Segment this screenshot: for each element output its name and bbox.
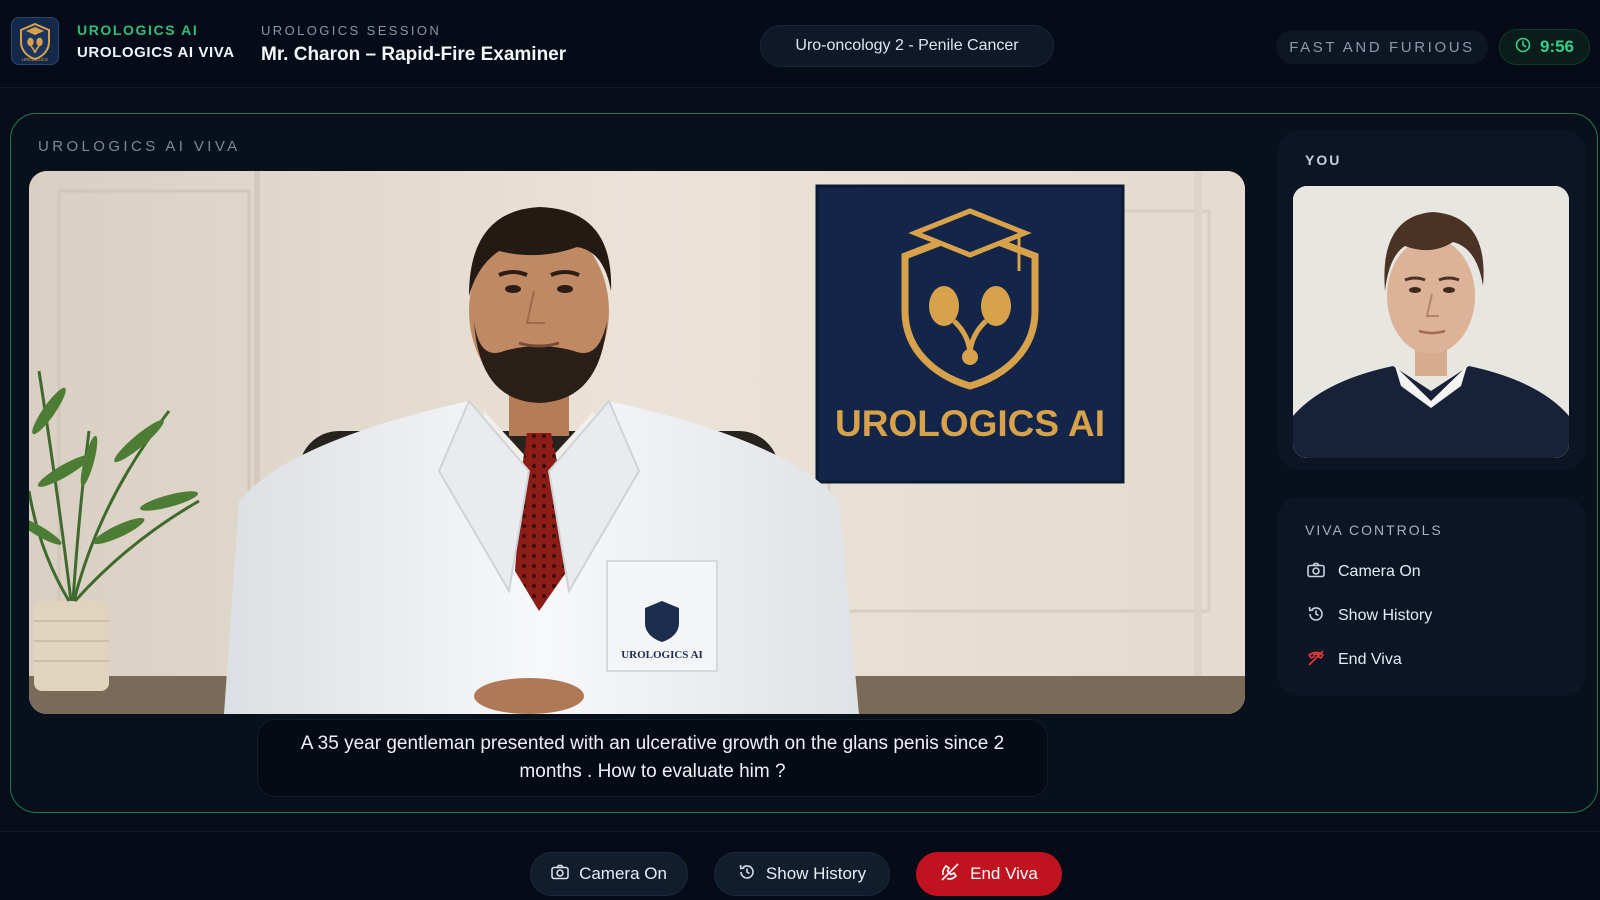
self-view-label: YOU: [1305, 152, 1342, 168]
panel-camera-toggle[interactable]: Camera On: [1307, 557, 1557, 587]
mode-text: FAST AND FURIOUS: [1289, 38, 1475, 56]
history-icon: [1307, 605, 1325, 628]
camera-icon: [1307, 562, 1325, 583]
end-call-icon: [940, 862, 960, 887]
camera-on-button[interactable]: Camera On: [530, 852, 688, 896]
history-icon: [738, 863, 756, 886]
topic-text: Uro-oncology 2 - Penile Cancer: [795, 37, 1019, 54]
panel-camera-label: Camera On: [1338, 563, 1421, 580]
brand-name: UROLOGICS AI: [77, 22, 199, 38]
show-history-button[interactable]: Show History: [714, 852, 890, 896]
wall-sign-text: UROLOGICS AI: [835, 403, 1105, 444]
self-video: [1293, 186, 1569, 458]
session-title: Mr. Charon – Rapid-Fire Examiner: [261, 44, 567, 65]
show-history-label: Show History: [765, 864, 867, 883]
viva-controls-title: VIVA CONTROLS: [1305, 522, 1443, 538]
logo-text: UROLOGICS: [22, 57, 48, 62]
end-viva-button[interactable]: End Viva: [916, 852, 1062, 896]
timer-badge: 9:56: [1499, 29, 1590, 65]
question-text: A 35 year gentleman presented with an ul…: [300, 733, 1005, 782]
viva-stage: UROLOGICS AI VIVA UROLOGICS AI UROLOGICS…: [10, 113, 1598, 813]
panel-end-label: End Viva: [1338, 651, 1402, 668]
examiner-video: UROLOGICS AI UROLOGICS AI: [29, 171, 1245, 714]
mode-badge: FAST AND FURIOUS: [1276, 30, 1488, 64]
camera-icon: [551, 864, 569, 885]
stage-label: UROLOGICS AI VIVA: [38, 138, 241, 155]
brand-logo: UROLOGICS: [11, 17, 59, 65]
end-call-icon: [1307, 649, 1325, 672]
panel-history-label: Show History: [1338, 607, 1433, 624]
self-video-scene: [1293, 186, 1569, 458]
top-header: UROLOGICS UROLOGICS AI UROLOGICS AI VIVA…: [0, 0, 1600, 88]
end-viva-label: End Viva: [970, 864, 1038, 883]
self-view-panel: YOU: [1277, 130, 1586, 470]
examiner-video-scene: UROLOGICS AI UROLOGICS AI: [29, 171, 1245, 714]
wall-sign: UROLOGICS AI: [815, 184, 1125, 484]
clock-icon: [1515, 37, 1531, 58]
topic-badge: Uro-oncology 2 - Penile Cancer: [760, 25, 1054, 67]
coat-badge-text: UROLOGICS AI: [621, 649, 703, 661]
timer-value: 9:56: [1539, 37, 1575, 56]
panel-history-button[interactable]: Show History: [1307, 601, 1557, 631]
panel-end-button[interactable]: End Viva: [1307, 645, 1557, 675]
camera-on-label: Camera On: [579, 864, 667, 883]
brand-subtitle: UROLOGICS AI VIVA: [77, 44, 235, 61]
viva-controls-panel: VIVA CONTROLS Camera On Show History End…: [1277, 497, 1586, 696]
question-caption: A 35 year gentleman presented with an ul…: [257, 719, 1048, 797]
session-label: UROLOGICS SESSION: [261, 23, 442, 38]
bottom-action-bar: Camera On Show History End Viva: [0, 831, 1600, 900]
